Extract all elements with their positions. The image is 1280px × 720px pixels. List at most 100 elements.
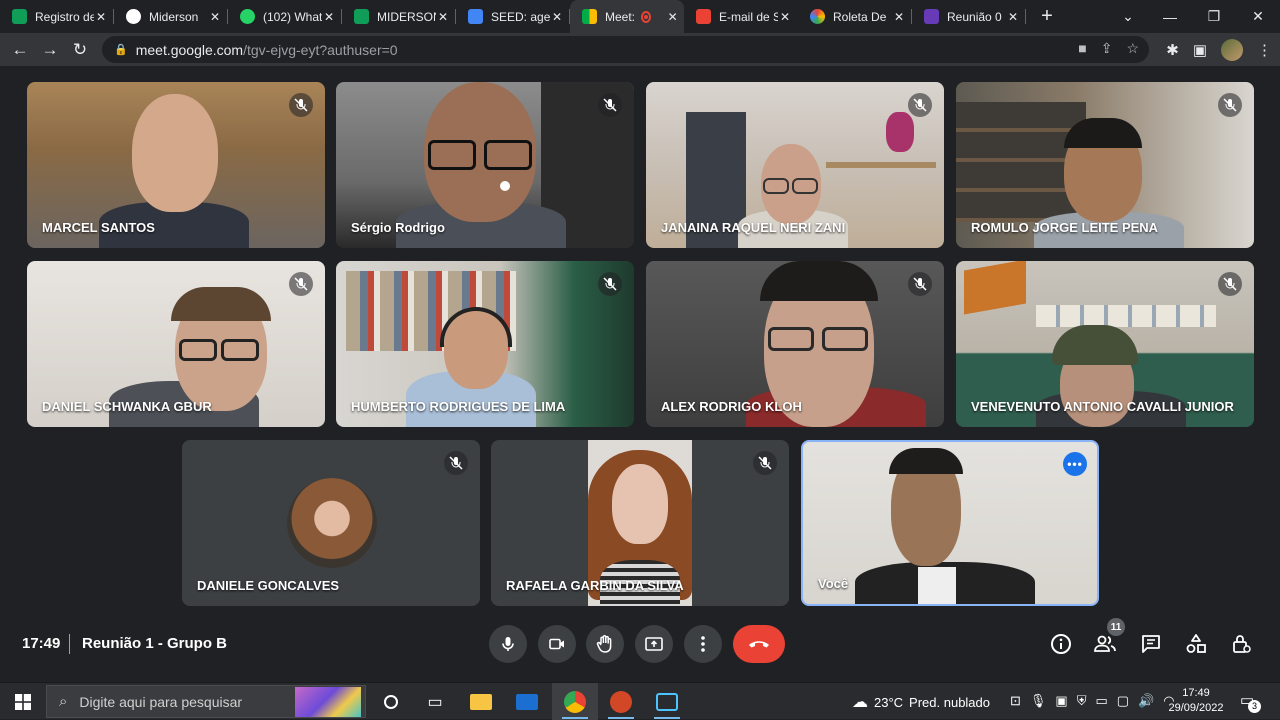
participant-name: MARCEL SANTOS (42, 220, 155, 235)
widgets-icon[interactable]: ▭ (412, 683, 458, 720)
participant-tile[interactable]: DANIEL SCHWANKA GBUR (27, 261, 325, 427)
end-call-button[interactable] (733, 625, 785, 663)
chat-button[interactable] (1138, 631, 1164, 657)
mail-icon[interactable] (504, 683, 550, 720)
tab-reuniao[interactable]: Reunião 0 ✕ (912, 0, 1026, 33)
bookmark-star-icon[interactable]: ☆ (1126, 40, 1139, 57)
search-icon: ⌕ (59, 693, 68, 710)
file-explorer-icon[interactable] (458, 683, 504, 720)
self-view-tile[interactable]: ••• Você (801, 440, 1099, 606)
participant-tile[interactable]: MARCEL SANTOS (27, 82, 325, 248)
lock-icon: 🔒 (114, 44, 128, 56)
meeting-details-button[interactable] (1048, 631, 1074, 657)
close-tab-icon[interactable]: ✕ (550, 10, 564, 24)
mic-off-icon (908, 272, 932, 296)
chrome-icon[interactable] (552, 683, 598, 720)
powerpoint-icon[interactable] (598, 683, 644, 720)
profile-avatar[interactable] (1221, 38, 1243, 61)
search-placeholder: Digite aqui para pesquisar (79, 693, 243, 710)
extensions-icon[interactable]: ✱ (1166, 41, 1179, 59)
participant-name: VENEVENUTO ANTONIO CAVALLI JUNIOR (971, 399, 1234, 414)
participant-tile[interactable]: JANAINA RAQUEL NERI ZANI (646, 82, 944, 248)
info-icon (1051, 634, 1071, 654)
task-view-icon[interactable] (368, 683, 414, 720)
tab-search-icon[interactable]: ⌄ (1106, 0, 1150, 33)
tab-strip: Registro de ✕ Miderson ✕ (102) What ✕ MI… (0, 0, 1280, 33)
close-tab-icon[interactable]: ✕ (436, 10, 450, 24)
wheel-icon (810, 9, 825, 24)
host-controls-button[interactable] (1228, 631, 1254, 657)
menu-icon[interactable]: ⋮ (1257, 41, 1272, 59)
participant-name: Você (818, 576, 849, 591)
people-icon (1094, 635, 1116, 652)
security-tray-icon[interactable]: ⛨ (1077, 693, 1087, 709)
close-window-icon[interactable]: ✕ (1236, 0, 1280, 33)
side-panel-icon[interactable]: ▣ (1193, 41, 1207, 59)
forward-icon[interactable]: → (35, 35, 65, 65)
close-tab-icon[interactable]: ✕ (208, 10, 222, 24)
tab-whatsapp[interactable]: (102) What ✕ (228, 0, 342, 33)
minimize-icon[interactable]: — (1148, 0, 1192, 33)
present-screen-button[interactable] (635, 625, 673, 663)
participant-tile[interactable]: DANIELE GONCALVES (182, 440, 480, 606)
camera-icon[interactable]: ■ (1078, 40, 1086, 57)
activities-button[interactable] (1183, 631, 1209, 657)
reuniao-icon (924, 9, 939, 24)
windows-logo-icon (14, 693, 31, 710)
close-tab-icon[interactable]: ✕ (322, 10, 336, 24)
raise-hand-button[interactable] (586, 625, 624, 663)
microphone-tray-icon[interactable]: 🎙 (1030, 693, 1047, 709)
close-tab-icon[interactable]: ✕ (892, 10, 906, 24)
participant-tile[interactable]: ROMULO JORGE LEITE PENA (956, 82, 1254, 248)
tab-meet[interactable]: Meet: ✕ (570, 0, 684, 33)
reload-icon[interactable]: ↻ (65, 35, 95, 65)
clock-date: 29/09/2022 (1168, 702, 1224, 714)
tab-seed[interactable]: SEED: agen ✕ (456, 0, 570, 33)
microphone-button[interactable] (489, 625, 527, 663)
close-tab-icon[interactable]: ✕ (778, 10, 792, 24)
weather-widget[interactable]: ☁ 23°C Pred. nublado (852, 692, 990, 712)
tab-registro[interactable]: Registro de ✕ (0, 0, 114, 33)
close-tab-icon[interactable]: ✕ (94, 10, 108, 24)
recording-icon (641, 10, 652, 23)
share-icon[interactable]: ⇪ (1101, 40, 1113, 57)
participant-name: ROMULO JORGE LEITE PENA (971, 220, 1159, 235)
close-tab-icon[interactable]: ✕ (1006, 10, 1020, 24)
meet-icon (582, 9, 597, 24)
browser-toolbar: ← → ↻ 🔒 meet.google.com/tgv-ejvg-eyt?aut… (0, 33, 1280, 66)
close-tab-icon[interactable]: ✕ (667, 10, 678, 24)
tab-roleta[interactable]: Roleta De ✕ (798, 0, 912, 33)
more-options-icon[interactable]: ••• (1063, 452, 1087, 476)
weather-description: Pred. nublado (909, 694, 990, 710)
tab-github[interactable]: Miderson ✕ (114, 0, 228, 33)
participant-name: Sérgio Rodrigo (351, 220, 445, 235)
participant-tile[interactable]: VENEVENUTO ANTONIO CAVALLI JUNIOR (956, 261, 1254, 427)
participant-tile[interactable]: ALEX RODRIGO KLOH (646, 261, 944, 427)
participant-tile[interactable]: RAFAELA GARBIN DA SILVA (491, 440, 789, 606)
display-icon[interactable]: ▢ (1117, 693, 1129, 709)
notification-center-button[interactable]: ▭ 3 (1240, 691, 1261, 713)
restore-icon[interactable]: ❐ (1192, 0, 1236, 33)
more-options-button[interactable] (684, 625, 722, 663)
tab-sheets[interactable]: MIDERSON ✕ (342, 0, 456, 33)
search-highlight-icon (295, 687, 361, 717)
camera-tray-icon[interactable]: ▣ (1055, 693, 1067, 709)
taskbar-search-box[interactable]: ⌕ Digite aqui para pesquisar (46, 685, 366, 718)
snipping-tool-icon[interactable] (644, 683, 690, 720)
participant-tile[interactable]: HUMBERTO RODRIGUES DE LIMA (336, 261, 634, 427)
clock-time: 17:49 (1182, 687, 1210, 699)
camera-button[interactable] (538, 625, 576, 663)
windows-taskbar: ⌕ Digite aqui para pesquisar ▭ ☁ 23°C Pr… (0, 682, 1280, 720)
mic-off-icon (753, 451, 777, 475)
taskbar-clock[interactable]: 17:49 29/09/2022 (1165, 686, 1227, 716)
participant-tile[interactable]: Sérgio Rodrigo (336, 82, 634, 248)
start-button[interactable] (0, 683, 45, 720)
volume-icon[interactable]: 🔊 (1138, 693, 1154, 709)
address-bar[interactable]: 🔒 meet.google.com/tgv-ejvg-eyt?authuser=… (102, 36, 1149, 63)
back-icon[interactable]: ← (5, 35, 35, 65)
battery-icon[interactable]: ▭ (1095, 693, 1107, 709)
tab-gmail[interactable]: E-mail de S ✕ (684, 0, 798, 33)
new-tab-button[interactable]: + (1032, 5, 1062, 28)
meet-tray-icon[interactable]: ⊡ (1010, 693, 1021, 709)
mic-off-icon (289, 93, 313, 117)
